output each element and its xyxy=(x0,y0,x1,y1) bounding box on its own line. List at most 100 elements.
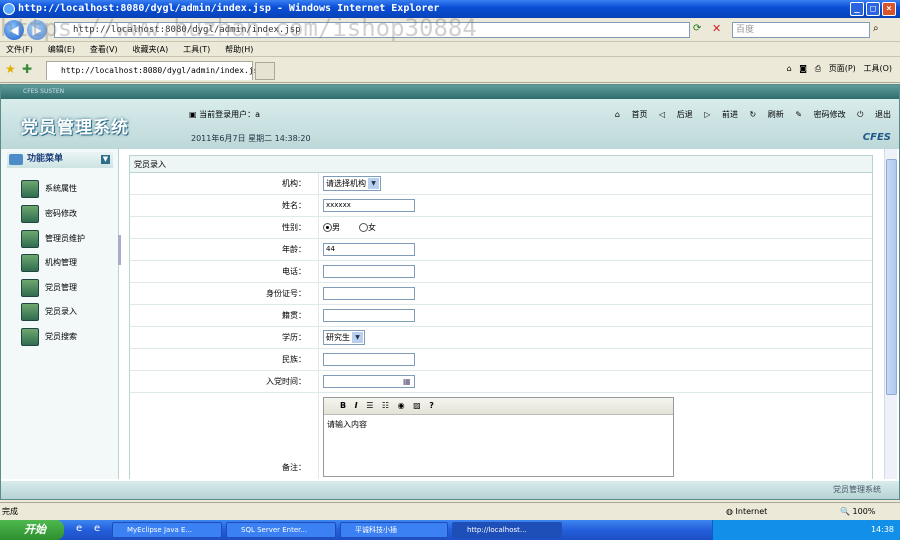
sidebar-item-admin[interactable]: 管理员维护 xyxy=(21,229,85,249)
top-nav: ⌂ 首页 ◁ 后退 ▷ 前进 ↻ 刷新 ✎ 密码修改 ⏻ 退出 xyxy=(606,109,891,120)
status-text: 完成 xyxy=(2,507,18,516)
new-tab-button[interactable] xyxy=(255,62,275,80)
scrollbar-thumb[interactable] xyxy=(886,159,897,395)
help-icon[interactable]: ? xyxy=(429,398,434,414)
menu-tools[interactable]: 工具(T) xyxy=(177,42,216,57)
task-ie[interactable]: http://localhost... xyxy=(452,522,562,538)
nav-password[interactable]: ✎ 密码修改 xyxy=(795,110,845,119)
org-select[interactable]: 请选择机构 ▼ xyxy=(323,176,381,191)
nav-home[interactable]: ⌂ 首页 xyxy=(615,110,648,119)
nav-back[interactable]: ◁ 后退 xyxy=(659,110,693,119)
gender-female-radio[interactable]: 女 xyxy=(359,222,376,234)
gender-male-radio[interactable]: 男 xyxy=(323,222,340,234)
sidebar-item-password[interactable]: 密码修改 xyxy=(21,204,77,224)
task-myeclipse[interactable]: MyEclipse Java E... xyxy=(112,522,222,538)
name-input[interactable]: xxxxxx xyxy=(323,199,415,212)
clock: 14:38 xyxy=(870,525,894,534)
native-label: 籍贯： xyxy=(282,311,306,320)
search-input[interactable]: 百度 xyxy=(732,22,870,38)
search-icon[interactable]: ⌕ xyxy=(873,23,879,34)
page-menu[interactable]: 页面(P) xyxy=(829,64,856,73)
task-app[interactable]: 平诚科技小插 xyxy=(340,522,448,538)
print-icon[interactable]: ⎙ xyxy=(815,64,821,73)
system-tray: 14:38 xyxy=(712,520,900,540)
phone-label: 电话： xyxy=(282,267,306,276)
link-icon[interactable]: ◉ xyxy=(398,398,405,414)
sidebar-label: 机构管理 xyxy=(45,258,77,267)
menu-favorites[interactable]: 收藏夹(A) xyxy=(126,42,174,57)
calendar-icon[interactable]: ▦ xyxy=(403,377,411,386)
current-user: ▣ 当前登录用户：a xyxy=(189,109,260,120)
feeds-icon[interactable]: ◙ xyxy=(799,64,807,73)
splitter-handle[interactable] xyxy=(118,235,121,265)
maximize-button[interactable]: □ xyxy=(866,2,880,16)
row-id: 身份证号： xyxy=(130,283,872,305)
member-icon xyxy=(21,279,39,297)
home-icon[interactable]: ⌂ xyxy=(787,64,792,73)
ordered-list-icon[interactable]: ☰ xyxy=(366,398,373,414)
row-gender: 性别： 男 女 xyxy=(130,217,872,239)
tools-menu[interactable]: 工具(O) xyxy=(863,64,892,73)
bold-button[interactable]: B xyxy=(340,398,346,414)
sidebar-item-member-entry[interactable]: 党员录入 xyxy=(21,302,77,322)
user-value: a xyxy=(255,110,261,119)
refresh-icon[interactable]: ⟳ xyxy=(693,23,701,34)
menu-icon xyxy=(9,154,23,165)
image-icon[interactable]: ▨ xyxy=(413,398,421,414)
phone-input[interactable] xyxy=(323,265,415,278)
row-org: 机构： 请选择机构 ▼ xyxy=(130,173,872,195)
sidebar-title: 功能菜单 xyxy=(27,154,64,164)
nav-logout[interactable]: ⏻ 退出 xyxy=(857,110,891,119)
search-member-icon xyxy=(21,328,39,346)
editor-body[interactable]: 请输入内容 xyxy=(324,415,673,434)
tab-current[interactable]: http://localhost:8080/dygl/admin/index.j… xyxy=(46,61,263,80)
remark-editor[interactable]: B I ☰ ☷ ◉ ▨ ? 请输入内容 xyxy=(323,397,674,477)
zoom-level[interactable]: 🔍 100% xyxy=(840,503,875,520)
sidebar-item-system[interactable]: 系统属性 xyxy=(21,179,77,199)
minimize-button[interactable]: _ xyxy=(850,2,864,16)
app-footer: 党员管理系统 xyxy=(1,481,899,499)
quicklaunch-ie2-icon[interactable]: e xyxy=(94,523,100,534)
id-input[interactable] xyxy=(323,287,415,300)
add-favorite-icon[interactable]: ✚ xyxy=(22,62,32,76)
edu-label: 学历： xyxy=(282,333,306,342)
favorites-star-icon[interactable]: ★ xyxy=(5,62,16,76)
org-label: 机构： xyxy=(282,179,306,188)
gender-label: 性别： xyxy=(282,223,306,232)
age-input[interactable]: 44 xyxy=(323,243,415,256)
sidebar-item-member[interactable]: 党员管理 xyxy=(21,278,77,298)
stop-icon[interactable]: ✕ xyxy=(712,22,721,35)
collapse-icon[interactable]: ▼ xyxy=(101,155,110,164)
unordered-list-icon[interactable]: ☷ xyxy=(382,398,389,414)
edu-select[interactable]: 研究生 ▼ xyxy=(323,330,365,345)
quicklaunch-ie-icon[interactable]: e xyxy=(76,523,82,534)
native-input[interactable] xyxy=(323,309,415,322)
monitor-icon: ▣ xyxy=(189,110,200,119)
ethnic-input[interactable] xyxy=(323,353,415,366)
nav-refresh[interactable]: ↻ 刷新 xyxy=(750,110,784,119)
start-button[interactable]: 开始 xyxy=(0,520,64,540)
remark-label: 备注： xyxy=(282,463,306,472)
sidebar-label: 系统属性 xyxy=(45,184,77,193)
content-scrollbar[interactable] xyxy=(884,149,897,479)
menu-help[interactable]: 帮助(H) xyxy=(219,42,259,57)
menu-edit[interactable]: 编辑(E) xyxy=(42,42,81,57)
window-title: http://localhost:8080/dygl/admin/index.j… xyxy=(18,3,440,14)
task-sqlserver[interactable]: SQL Server Enter... xyxy=(226,522,336,538)
app-logo: 党员管理系统 xyxy=(21,118,129,138)
sidebar-item-member-search[interactable]: 党员搜索 xyxy=(21,327,77,347)
italic-button[interactable]: I xyxy=(355,398,358,414)
join-date-input[interactable] xyxy=(323,375,415,388)
menu-file[interactable]: 文件(F) xyxy=(0,42,39,57)
sidebar-header: 功能菜单 ▼ xyxy=(7,152,113,168)
org-icon xyxy=(21,254,39,272)
sidebar-item-org[interactable]: 机构管理 xyxy=(21,253,77,273)
ie-command-bar: ⌂ ◙ ⎙ 页面(P) 工具(O) xyxy=(787,63,892,74)
sidebar-label: 党员录入 xyxy=(45,307,77,316)
tab-bar: ★ ✚ http://localhost:8080/dygl/admin/ind… xyxy=(0,57,900,83)
close-button[interactable]: × xyxy=(882,2,896,16)
menu-view[interactable]: 查看(V) xyxy=(84,42,124,57)
menu-bar: 文件(F) 编辑(E) 查看(V) 收藏夹(A) 工具(T) 帮助(H) xyxy=(0,42,900,57)
content-area: 党员录入 机构： 请选择机构 ▼ 姓名： xxxxxx 性别： 男 女 年龄： 4… xyxy=(123,149,881,479)
nav-forward[interactable]: ▷ 前进 xyxy=(704,110,738,119)
